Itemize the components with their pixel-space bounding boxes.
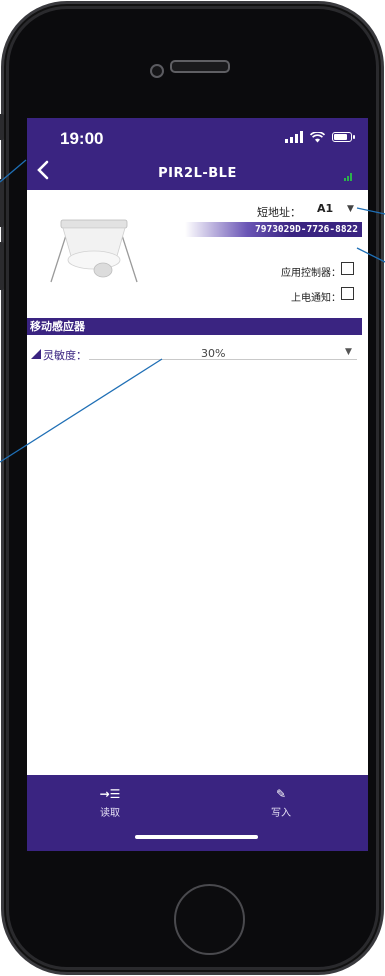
chevron-down-icon[interactable]: ▼: [347, 204, 354, 214]
earpiece-speaker: [170, 60, 230, 73]
serial-number: 7973029D-7726-8822: [185, 222, 362, 237]
short-address-label: 短地址：: [257, 206, 301, 219]
volume-up-button: [0, 179, 4, 227]
status-time: 19:00: [60, 129, 104, 148]
front-camera: [150, 64, 164, 78]
short-address-value[interactable]: A1: [317, 202, 333, 215]
sensitivity-label: 灵敏度：: [43, 349, 87, 362]
bottom-toolbar: →☰ 读取 ✎ 写入: [27, 775, 368, 851]
status-bar: 19:00: [27, 118, 368, 158]
page-title: PIR2L-BLE: [158, 166, 237, 181]
write-button[interactable]: ✎ 写入: [251, 787, 311, 819]
read-label: 读取: [100, 808, 120, 819]
pencil-icon: ✎: [275, 787, 287, 801]
nav-bar: PIR2L-BLE: [27, 158, 368, 190]
device-image: [50, 219, 138, 283]
app-controller-label: 应用控制器：: [281, 268, 341, 279]
home-button[interactable]: [174, 884, 245, 955]
cellular-signal-icon: [285, 131, 303, 143]
power-on-notify-label: 上电通知：: [291, 293, 341, 304]
power-on-notify-checkbox[interactable]: [341, 287, 354, 300]
wifi-icon: [310, 131, 325, 142]
write-label: 写入: [271, 808, 291, 819]
status-icons: [285, 131, 355, 143]
battery-icon: [332, 132, 355, 142]
section-title: 移动感应器: [27, 318, 362, 335]
expand-triangle-icon: [31, 349, 41, 359]
volume-down-button: [0, 242, 4, 290]
chevron-down-icon[interactable]: ▼: [345, 347, 352, 357]
read-button[interactable]: →☰ 读取: [80, 787, 140, 819]
read-icon: →☰: [99, 787, 121, 801]
ble-signal-icon: [344, 171, 352, 181]
sensitivity-value: 30%: [201, 347, 226, 360]
sensitivity-dropdown[interactable]: 灵敏度： 30% ▼: [27, 347, 362, 363]
mute-switch: [0, 114, 4, 140]
app-screen: 19:00 PIR2L-BLE 短地址： A1 ▼ 7973029D-7726-…: [27, 118, 368, 851]
home-indicator[interactable]: [135, 835, 258, 839]
app-controller-checkbox[interactable]: [341, 262, 354, 275]
